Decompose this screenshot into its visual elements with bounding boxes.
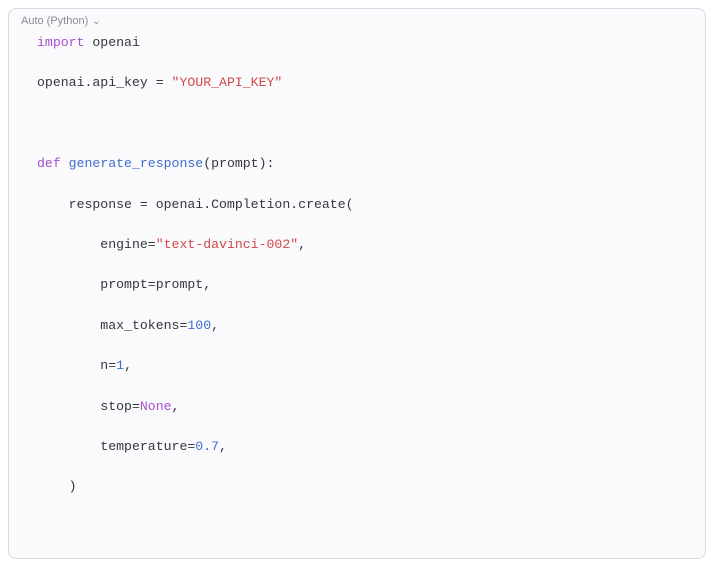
code-content[interactable]: import openai openai.api_key = "YOUR_API… — [9, 29, 705, 559]
language-label: Auto (Python) — [21, 15, 88, 27]
code-block: Auto (Python) ⌄ import openai openai.api… — [8, 8, 706, 559]
language-selector[interactable]: Auto (Python) ⌄ — [9, 9, 705, 29]
chevron-down-icon: ⌄ — [92, 16, 100, 27]
